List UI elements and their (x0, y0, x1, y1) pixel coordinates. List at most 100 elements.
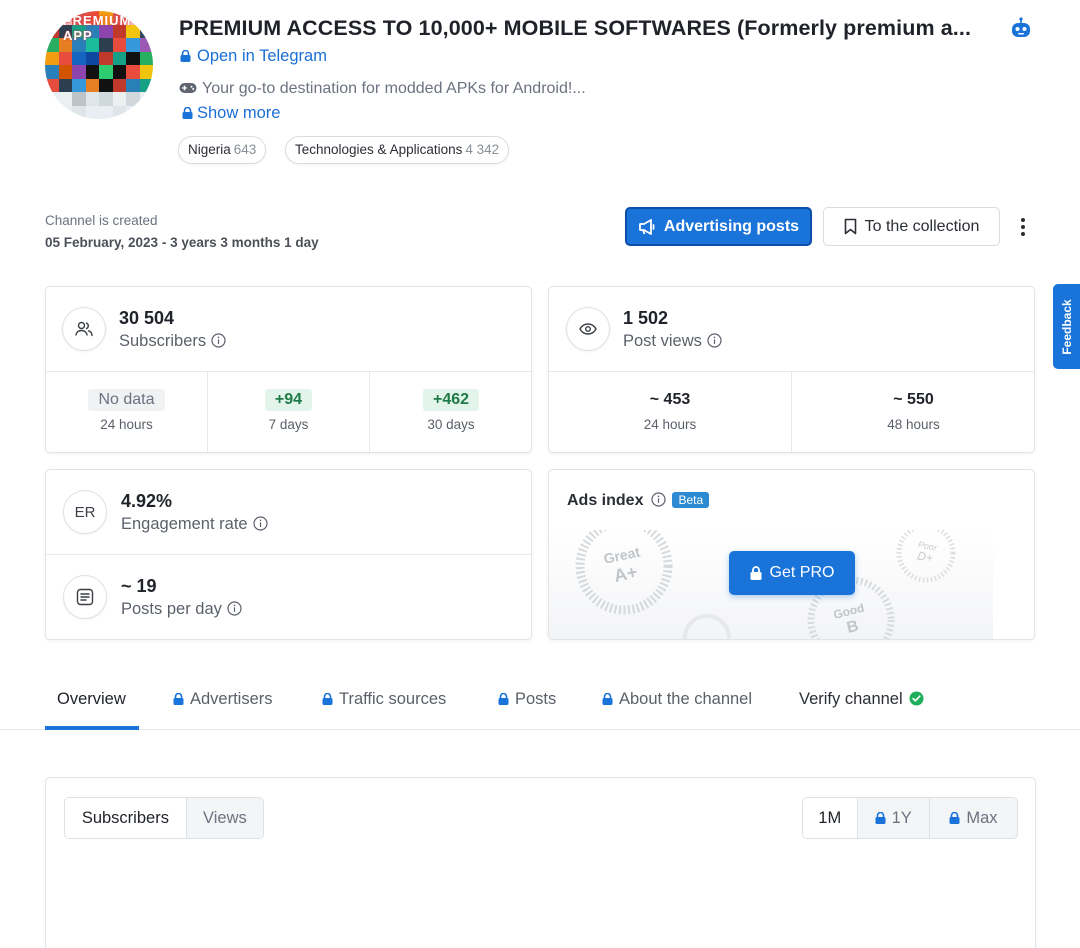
posts-label-row: Posts per day (121, 600, 242, 619)
lock-icon (750, 566, 762, 580)
posts-value: ~ 19 (121, 576, 157, 596)
er-label-row: Engagement rate (121, 515, 268, 534)
info-icon[interactable] (227, 601, 242, 616)
channel-avatar: PREMIUM APP (45, 11, 153, 119)
chip-label: Technologies & Applications (295, 142, 463, 157)
subscribers-icon-circle (62, 307, 106, 351)
feedback-label: Feedback (1059, 298, 1074, 355)
range-label: Max (966, 808, 998, 827)
to-collection-button[interactable]: To the collection (823, 207, 1000, 246)
show-more-link[interactable]: Show more (182, 104, 280, 123)
lock-icon (182, 107, 193, 119)
er-label: Engagement rate (121, 515, 248, 533)
views-label: Post views (623, 332, 702, 350)
open-in-telegram-label: Open in Telegram (197, 47, 327, 65)
more-options-icon[interactable] (1014, 216, 1032, 238)
megaphone-icon (639, 218, 655, 235)
tab-about-channel[interactable]: About the channel (602, 690, 752, 709)
channel-description: Your go-to destination for modded APKs f… (179, 80, 586, 98)
range-switch: 1M 1Y Max (802, 797, 1018, 839)
lock-icon (949, 812, 960, 824)
ads-index-card: Ads index Beta Great A+ Poor D+ Good B Ge… (548, 469, 1035, 640)
info-icon[interactable] (651, 492, 667, 507)
subscribers-value: 30 504 (119, 308, 175, 328)
stat-value: +462 (422, 389, 480, 411)
stat-value: ~ 550 (893, 391, 934, 408)
stat-period: 48 hours (887, 417, 940, 432)
feedback-tab[interactable]: Feedback (1053, 284, 1080, 369)
subscribers-label-row: Subscribers (119, 332, 226, 351)
tab-verify-channel[interactable]: Verify channel (799, 690, 924, 709)
range-1y-button[interactable]: 1Y (856, 798, 929, 838)
range-1m-button[interactable]: 1M (803, 798, 857, 838)
active-tab-indicator (45, 726, 139, 730)
avatar-brand-text: PREMIUM APP (63, 13, 132, 43)
tab-traffic-sources[interactable]: Traffic sources (322, 690, 446, 709)
posts-icon-circle (63, 575, 107, 619)
stat-value: +94 (264, 389, 313, 411)
views-24h: ~ 453 24 hours (549, 389, 791, 432)
chip-country[interactable]: Nigeria 643 (178, 136, 267, 164)
info-icon[interactable] (707, 333, 722, 348)
channel-tabs: Overview Advertisers Traffic sources Pos… (0, 680, 1080, 730)
subscribers-30d: +462 30 days (370, 389, 531, 432)
get-pro-button[interactable]: Get PRO (729, 551, 855, 595)
divider (46, 371, 531, 372)
eye-icon (579, 323, 597, 335)
lock-icon (180, 50, 191, 62)
chip-label: Nigeria (188, 142, 231, 157)
lock-icon (173, 693, 184, 705)
created-date: 05 February, 2023 - 3 years 3 months 1 d… (45, 235, 319, 250)
tab-overview[interactable]: Overview (57, 690, 126, 709)
metric-views-button[interactable]: Views (185, 798, 263, 838)
engagement-card: ER 4.92% Engagement rate ~ 19 Posts per … (45, 469, 532, 640)
subscribers-7d: +94 7 days (208, 389, 369, 432)
created-label: Channel is created (45, 213, 158, 228)
views-48h: ~ 550 48 hours (792, 389, 1034, 432)
advertising-posts-button[interactable]: Advertising posts (625, 207, 812, 246)
beta-badge: Beta (672, 492, 710, 508)
metric-subscribers-button[interactable]: Subscribers (65, 798, 186, 838)
overview-chart-card: Subscribers Views 1M 1Y Max (45, 777, 1036, 948)
chip-category[interactable]: Technologies & Applications 4 342 (285, 136, 510, 164)
tab-label: Overview (57, 690, 126, 708)
stat-value: No data (88, 389, 165, 411)
bookmark-icon (844, 218, 856, 235)
get-pro-label: Get PRO (769, 564, 835, 581)
open-in-telegram-link[interactable]: Open in Telegram (180, 47, 327, 66)
er-value: 4.92% (121, 491, 173, 511)
stat-period: 24 hours (100, 417, 153, 432)
bot-icon[interactable] (1009, 16, 1033, 40)
post-icon (76, 588, 94, 606)
ads-index-title: Ads index (567, 492, 644, 509)
range-max-button[interactable]: Max (928, 798, 1017, 838)
range-label: 1M (818, 808, 842, 827)
tab-label: Traffic sources (339, 690, 447, 708)
lock-icon (498, 693, 509, 705)
to-collection-label: To the collection (864, 217, 980, 235)
divider (46, 554, 531, 555)
stat-period: 24 hours (643, 417, 697, 432)
stat-period: 7 days (268, 417, 309, 432)
description-text: Your go-to destination for modded APKs f… (202, 80, 586, 97)
info-icon[interactable] (252, 516, 268, 531)
posts-label: Posts per day (121, 600, 222, 618)
views-value: 1 502 (623, 308, 669, 328)
tab-label: Verify channel (799, 690, 903, 708)
subscribers-24h: No data 24 hours (46, 389, 207, 432)
views-icon-circle (566, 307, 610, 351)
lock-icon (875, 812, 886, 824)
range-label: 1Y (891, 808, 912, 827)
tab-label: About the channel (619, 690, 753, 708)
tab-label: Advertisers (190, 690, 273, 708)
info-icon[interactable] (211, 333, 226, 348)
metric-label: Views (203, 808, 247, 827)
lock-icon (602, 693, 613, 705)
tab-posts[interactable]: Posts (498, 690, 556, 709)
post-views-card: 1 502 Post views ~ 453 24 hours ~ 550 48… (548, 286, 1035, 453)
metric-label: Subscribers (81, 808, 169, 827)
advertising-posts-label: Advertising posts (663, 217, 800, 235)
tab-advertisers[interactable]: Advertisers (173, 690, 273, 709)
lock-icon (322, 693, 333, 705)
chip-count: 643 (233, 142, 257, 157)
